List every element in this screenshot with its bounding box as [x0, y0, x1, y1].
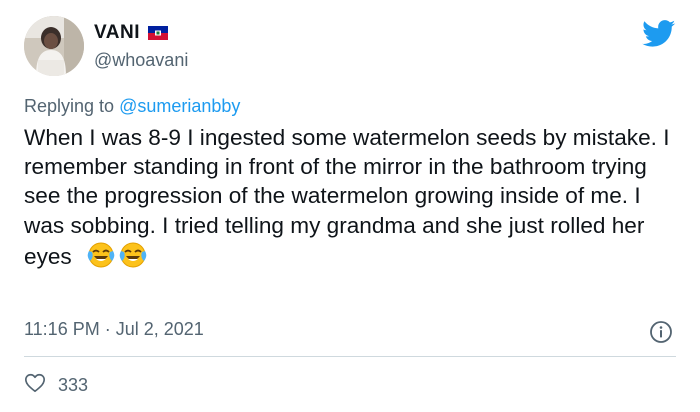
haiti-flag-icon	[147, 26, 168, 40]
tweet-text: When I was 8-9 I ingested some watermelo…	[24, 123, 674, 271]
tweet-card: VANI @whoavani Replying to @sumerianbby …	[0, 0, 700, 412]
heart-icon	[24, 372, 46, 399]
face-with-tears-of-joy-icon	[86, 240, 116, 270]
replying-to: Replying to @sumerianbby	[24, 96, 240, 117]
tweet-timestamp[interactable]: 11:16 PM · Jul 2, 2021	[24, 319, 204, 340]
replying-to-label: Replying to	[24, 96, 115, 116]
like-count: 333	[58, 375, 89, 395]
like-button[interactable]: 333	[24, 372, 88, 399]
avatar[interactable]	[24, 16, 84, 76]
display-name[interactable]: VANI	[94, 22, 140, 44]
divider	[24, 356, 676, 357]
name-row: VANI	[94, 22, 168, 44]
info-icon[interactable]	[649, 320, 673, 344]
user-handle[interactable]: @whoavani	[94, 50, 188, 71]
reply-mention-link[interactable]: @sumerianbby	[119, 96, 240, 116]
face-with-tears-of-joy-icon	[118, 240, 148, 270]
emoji-group	[86, 240, 148, 270]
twitter-bird-icon[interactable]	[642, 20, 676, 48]
